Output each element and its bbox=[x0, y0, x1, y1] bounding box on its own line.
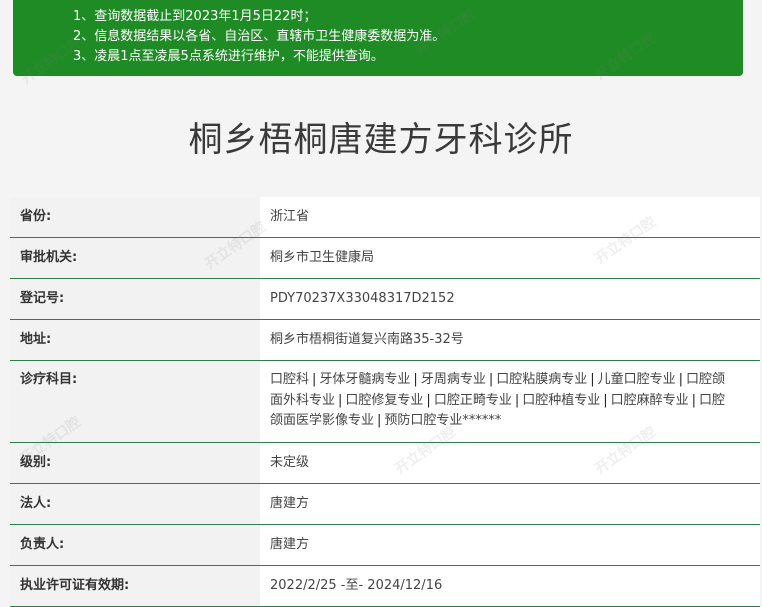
row-value: 唐建方 bbox=[270, 496, 310, 511]
row-label: 执业许可证有效期: bbox=[10, 566, 260, 606]
table-row: 法人: 唐建方 bbox=[10, 484, 760, 525]
row-label: 登记号: bbox=[10, 279, 260, 319]
row-value: 2022/2/25 -至- 2024/12/16 bbox=[270, 578, 443, 593]
separator: | bbox=[514, 392, 520, 408]
row-label: 级别: bbox=[10, 443, 260, 483]
separator: | bbox=[691, 392, 697, 408]
separator: | bbox=[426, 392, 431, 408]
separator: | bbox=[312, 372, 317, 387]
row-label: 地址: bbox=[10, 320, 260, 360]
specialty-item: 口腔麻醉专业 bbox=[610, 392, 689, 408]
row-label: 负责人: bbox=[10, 525, 260, 565]
specialty-list: 口腔科 | 牙体牙髓病专业 | 牙周病专业 | 口腔粘膜病专业 | 儿童口腔专业 | 口腔颌面外科专… bbox=[260, 361, 760, 442]
separator: | bbox=[338, 392, 343, 408]
separator: | bbox=[488, 372, 494, 387]
row-label: 省份: bbox=[10, 197, 260, 237]
specialty-item: 牙周病专业 bbox=[420, 372, 486, 387]
table-row: 诊疗科目: 口腔科 | 牙体牙髓病专业 | 牙周病专业 | 口腔粘膜病专业 | 儿童口腔专业 | 口… bbox=[10, 361, 760, 443]
specialty-item: 口腔科 bbox=[270, 372, 310, 387]
table-row: 审批机关: 桐乡市卫生健康局 bbox=[10, 238, 760, 279]
specialty-item: 口腔正畸专业 bbox=[433, 392, 512, 408]
row-label: 法人: bbox=[10, 484, 260, 524]
separator: | bbox=[603, 392, 608, 408]
specialty-item: 口腔粘膜病专业 bbox=[496, 372, 588, 387]
separator: | bbox=[678, 372, 684, 387]
notice-line: 1、查询数据截止到2023年1月5日22时； bbox=[73, 9, 317, 24]
table-row: 负责人: 唐建方 bbox=[10, 525, 760, 566]
notice-line: 2、信息数据结果以各省、自治区、直辖市卫生健康委数据为准。 bbox=[73, 29, 446, 44]
table-row: 地址: 桐乡市梧桐街道复兴南路35-32号 bbox=[10, 320, 760, 361]
specialty-item: 儿童口腔专业 bbox=[597, 372, 676, 387]
separator: | bbox=[590, 372, 595, 387]
specialty-item: 口腔种植专业 bbox=[522, 392, 601, 408]
separator: | bbox=[413, 372, 418, 387]
table-row: 级别: 未定级 bbox=[10, 443, 760, 484]
row-label: 诊疗科目: bbox=[10, 361, 260, 442]
row-value: PDY70237X33048317D2152 bbox=[270, 291, 455, 306]
row-value: 浙江省 bbox=[270, 209, 310, 224]
row-value: 未定级 bbox=[270, 455, 310, 470]
table-row: 省份: 浙江省 bbox=[10, 197, 760, 238]
separator: | bbox=[377, 413, 382, 428]
table-row: 执业许可证有效期: 2022/2/25 -至- 2024/12/16 bbox=[10, 566, 760, 607]
page-title: 桐乡梧桐唐建方牙科诊所 bbox=[188, 120, 574, 160]
specialty-item: 牙体牙髓病专业 bbox=[319, 372, 411, 387]
specialty-item: 口腔修复专业 bbox=[345, 392, 424, 408]
table-row: 登记号: PDY70237X33048317D2152 bbox=[10, 279, 760, 320]
notice-banner: 1、查询数据截止到2023年1月5日22时； 2、信息数据结果以各省、自治区、直… bbox=[13, 0, 743, 76]
specialty-item: 预防口腔专业****** bbox=[384, 413, 502, 428]
row-label: 审批机关: bbox=[10, 238, 260, 278]
info-table: 省份: 浙江省 审批机关: 桐乡市卫生健康局 登记号: PDY70237X330… bbox=[10, 197, 760, 607]
notice-line: 3、凌晨1点至凌晨5点系统进行维护，不能提供查询。 bbox=[73, 49, 384, 64]
row-value: 桐乡市梧桐街道复兴南路35-32号 bbox=[270, 332, 464, 347]
row-value: 唐建方 bbox=[270, 537, 310, 552]
row-value: 桐乡市卫生健康局 bbox=[270, 250, 375, 265]
